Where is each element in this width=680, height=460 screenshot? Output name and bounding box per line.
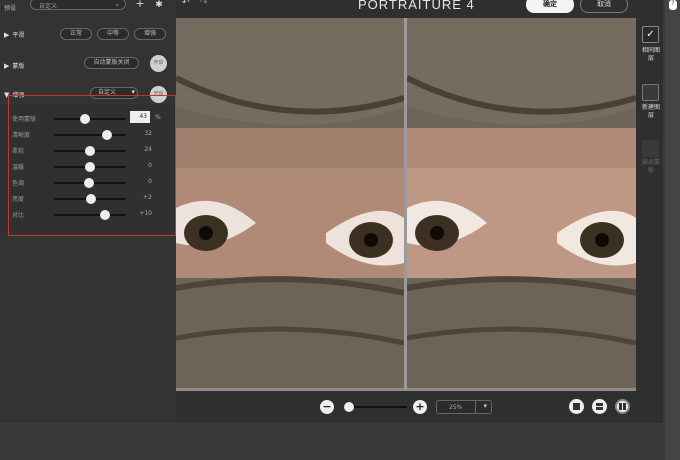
redo-icon[interactable]: ↷ xyxy=(200,0,208,8)
slider-knob[interactable] xyxy=(102,130,113,140)
chevron-down-icon: ▾ xyxy=(483,402,487,410)
slider-row: 亮度 +2 xyxy=(12,192,172,204)
slider-label: 温暖 xyxy=(12,164,25,171)
slider-track[interactable] xyxy=(54,146,126,156)
scrollbar[interactable] xyxy=(665,0,680,460)
auto-mask-button[interactable]: 自动蒙版关闭 xyxy=(84,57,139,69)
slider-value: +2 xyxy=(143,194,152,201)
new-layer-checkbox[interactable] xyxy=(642,84,659,101)
after-image xyxy=(407,18,636,388)
output-same-layer-label: 相同图层 xyxy=(641,47,660,62)
expand-triangle-icon: ▶ xyxy=(4,30,10,39)
chevron-down-icon: ⌄ xyxy=(114,0,120,8)
percent-sign: % xyxy=(155,114,161,121)
slider-row: 对比 +10 xyxy=(12,208,172,220)
smooth-medium-button[interactable]: 中等 xyxy=(97,28,129,40)
slider-row: 柔软 24 xyxy=(12,144,172,156)
slider-knob[interactable] xyxy=(83,178,94,188)
help-button[interactable]: ? xyxy=(669,0,677,10)
slider-value: 24 xyxy=(144,146,152,153)
split-vertical-button[interactable] xyxy=(615,399,630,414)
section-smooth[interactable]: ▶ 平滑 xyxy=(4,30,25,40)
slider-label: 使用蒙版 xyxy=(12,116,37,123)
slider-track[interactable] xyxy=(54,194,126,204)
output-panel xyxy=(636,18,663,391)
slider-value: +10 xyxy=(139,210,152,217)
smooth-normal-button[interactable]: 正常 xyxy=(60,28,92,40)
slider-track[interactable] xyxy=(54,210,126,220)
output-mask-label: 输出蒙板 xyxy=(641,159,660,174)
slider-track[interactable] xyxy=(54,114,126,124)
slider-track[interactable] xyxy=(54,178,126,188)
single-view-button[interactable] xyxy=(569,399,584,414)
slider-row: 使用蒙版 43% xyxy=(12,111,172,124)
section-smooth-label: 平滑 xyxy=(12,32,25,39)
slider-track[interactable] xyxy=(54,162,126,172)
zoom-slider-track[interactable] xyxy=(347,406,407,408)
zoom-out-button[interactable]: − xyxy=(320,400,334,414)
slider-value: 32 xyxy=(144,130,152,137)
before-image xyxy=(176,18,404,388)
slider-value-input[interactable]: 43 xyxy=(130,111,150,123)
expand-triangle-icon: ▶ xyxy=(4,61,10,70)
cancel-button[interactable]: 取消 xyxy=(580,0,628,13)
undo-icon[interactable]: ↶ xyxy=(182,0,190,8)
slider-knob[interactable] xyxy=(85,162,95,172)
slider-row: 色调 0 xyxy=(12,176,172,188)
split-vertical-icon-part xyxy=(623,403,626,410)
slider-knob[interactable] xyxy=(79,114,90,124)
preset-value: 自定义 xyxy=(39,3,58,10)
slider-label: 柔软 xyxy=(12,148,25,155)
slider-knob[interactable] xyxy=(85,146,95,156)
preset-label: 预设 xyxy=(4,4,17,12)
output-mask-checkbox[interactable] xyxy=(642,140,659,157)
output-new-layer-label: 新建图层 xyxy=(641,104,660,119)
zoom-slider-knob[interactable] xyxy=(344,402,354,412)
smooth-strong-button[interactable]: 增强 xyxy=(134,28,166,40)
slider-track[interactable] xyxy=(54,130,126,140)
section-mask[interactable]: ▶ 蒙版 xyxy=(4,61,25,71)
slider-label: 亮度 xyxy=(12,196,25,203)
slider-row: 清晰度 32 xyxy=(12,128,172,140)
single-view-icon xyxy=(573,403,580,410)
preset-select[interactable]: 自定义 ⌄ xyxy=(30,0,126,10)
split-horizontal-icon xyxy=(596,403,603,406)
add-preset-button[interactable]: + xyxy=(133,0,147,11)
check-icon[interactable]: ✓ xyxy=(642,26,659,43)
slider-label: 色调 xyxy=(12,180,25,187)
desktop-background xyxy=(0,423,680,460)
slider-label: 对比 xyxy=(12,212,25,219)
confirm-button[interactable]: 确定 xyxy=(526,0,574,13)
slider-knob[interactable] xyxy=(85,194,96,204)
zoom-value: 25% xyxy=(449,404,463,411)
gear-icon[interactable]: ✱ xyxy=(153,0,165,11)
slider-knob[interactable] xyxy=(100,210,111,220)
mask-toggle[interactable]: 开启 xyxy=(150,55,167,72)
zoom-select-separator xyxy=(475,401,476,413)
app-brand-title: PORTRAITURE 4 xyxy=(358,0,475,12)
slider-row: 温暖 0 xyxy=(12,160,172,172)
zoom-in-button[interactable]: + xyxy=(413,400,427,414)
split-vertical-icon xyxy=(619,403,622,410)
slider-value: 0 xyxy=(148,162,152,169)
slider-value: 0 xyxy=(148,178,152,185)
slider-label: 清晰度 xyxy=(12,132,31,139)
split-horizontal-icon-part xyxy=(596,407,603,410)
zoom-select[interactable]: 25% ▾ xyxy=(436,400,492,414)
section-mask-label: 蒙版 xyxy=(12,63,25,70)
split-horizontal-button[interactable] xyxy=(592,399,607,414)
